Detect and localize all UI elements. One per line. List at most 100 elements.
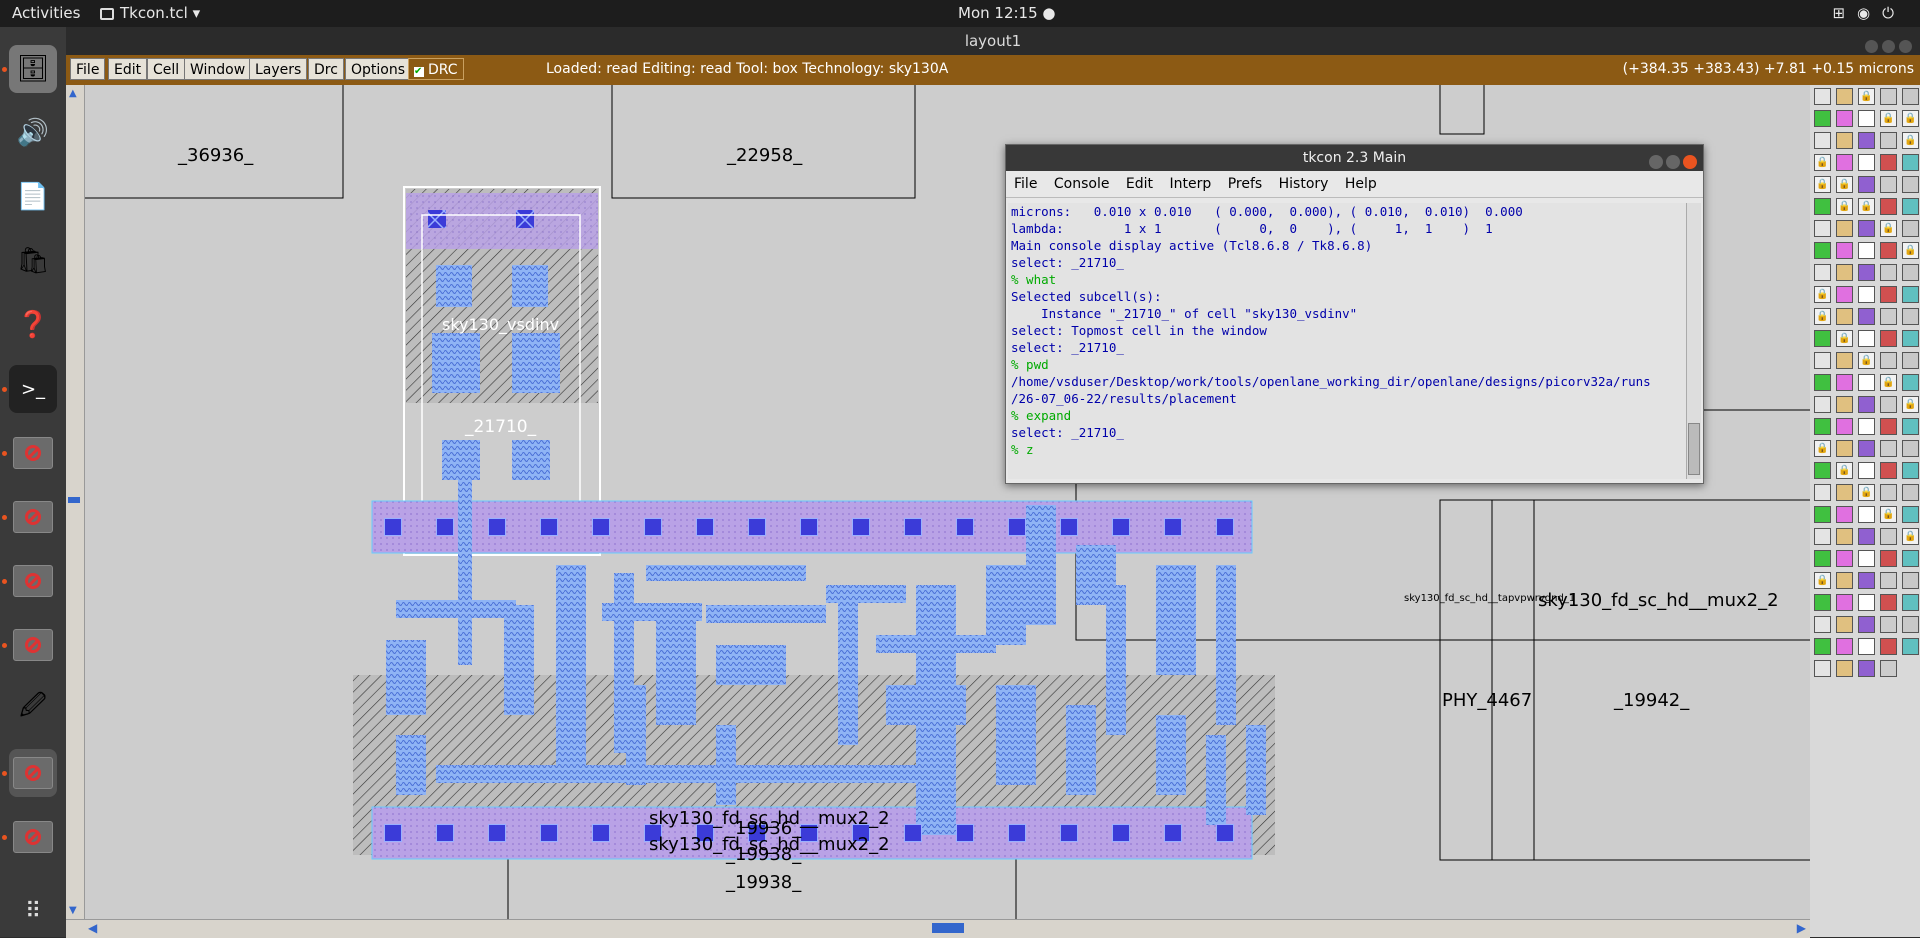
layer-swatch[interactable] xyxy=(1814,418,1831,435)
layer-swatch[interactable] xyxy=(1880,440,1897,457)
files-icon[interactable]: 🗄 xyxy=(9,45,57,93)
layer-swatch[interactable] xyxy=(1858,286,1875,303)
layer-swatch[interactable] xyxy=(1858,506,1875,523)
layer-swatch[interactable] xyxy=(1902,462,1919,479)
layer-swatch[interactable] xyxy=(1880,176,1897,193)
layer-swatch[interactable] xyxy=(1814,220,1831,237)
layer-swatch[interactable] xyxy=(1814,550,1831,567)
layer-swatch[interactable] xyxy=(1858,264,1875,281)
layer-swatch[interactable] xyxy=(1836,572,1853,589)
layer-lock-icon[interactable]: 🔒 xyxy=(1880,506,1897,523)
layer-lock-icon[interactable]: 🔒 xyxy=(1858,352,1875,369)
software-center-icon[interactable]: 🛍 xyxy=(9,237,57,285)
layer-swatch[interactable] xyxy=(1858,638,1875,655)
layer-swatch[interactable] xyxy=(1858,110,1875,127)
tkcon-menu-console[interactable]: Console xyxy=(1054,176,1110,192)
layer-swatch[interactable] xyxy=(1880,352,1897,369)
layer-swatch[interactable] xyxy=(1836,550,1853,567)
layer-swatch[interactable] xyxy=(1858,594,1875,611)
layer-swatch[interactable] xyxy=(1902,484,1919,501)
layer-swatch[interactable] xyxy=(1858,132,1875,149)
layer-lock-icon[interactable]: 🔒 xyxy=(1814,286,1831,303)
layer-lock-icon[interactable]: 🔒 xyxy=(1858,484,1875,501)
layer-swatch[interactable] xyxy=(1858,616,1875,633)
layer-swatch[interactable] xyxy=(1814,594,1831,611)
layer-swatch[interactable] xyxy=(1814,132,1831,149)
scroll-right-icon[interactable]: ▶ xyxy=(1797,921,1806,935)
layer-swatch[interactable] xyxy=(1902,220,1919,237)
layer-swatch[interactable] xyxy=(1836,396,1853,413)
system-tray[interactable]: ⊞◉⏻ xyxy=(1832,4,1906,22)
layer-swatch[interactable] xyxy=(1902,352,1919,369)
clock[interactable]: Mon 12:15 ● xyxy=(958,4,1055,22)
maximize-icon[interactable] xyxy=(1882,40,1895,53)
layer-swatch[interactable] xyxy=(1902,418,1919,435)
layer-swatch[interactable] xyxy=(1880,572,1897,589)
layer-swatch[interactable] xyxy=(1880,132,1897,149)
menu-window[interactable]: Window xyxy=(184,58,252,80)
layer-swatch[interactable] xyxy=(1836,374,1853,391)
layer-swatch[interactable] xyxy=(1836,506,1853,523)
layer-swatch[interactable] xyxy=(1858,418,1875,435)
minimize-icon[interactable] xyxy=(1649,155,1663,169)
tkcon-menu-history[interactable]: History xyxy=(1279,176,1329,192)
layer-swatch[interactable] xyxy=(1814,374,1831,391)
tkcon-console[interactable]: microns: 0.010 x 0.010 ( 0.000, 0.000), … xyxy=(1008,203,1686,479)
layer-swatch[interactable] xyxy=(1902,176,1919,193)
vertical-scrollbar[interactable]: ▲ ▼ xyxy=(66,85,85,925)
scroll-thumb[interactable] xyxy=(68,497,80,503)
layer-swatch[interactable] xyxy=(1836,528,1853,545)
terminal-icon[interactable]: >_ xyxy=(9,365,57,413)
maximize-icon[interactable] xyxy=(1666,155,1680,169)
layer-swatch[interactable] xyxy=(1814,528,1831,545)
layer-swatch[interactable] xyxy=(1814,352,1831,369)
layer-swatch[interactable] xyxy=(1814,198,1831,215)
tkcon-menu-interp[interactable]: Interp xyxy=(1170,176,1212,192)
layer-swatch[interactable] xyxy=(1836,660,1853,677)
layer-swatch[interactable] xyxy=(1836,264,1853,281)
layer-swatch[interactable] xyxy=(1814,506,1831,523)
writer-icon[interactable]: 📄 xyxy=(9,173,57,221)
layer-swatch[interactable] xyxy=(1814,242,1831,259)
layer-swatch[interactable] xyxy=(1836,132,1853,149)
layer-swatch[interactable] xyxy=(1880,396,1897,413)
unknown-app-icon[interactable] xyxy=(9,749,57,797)
menu-options[interactable]: Options xyxy=(345,58,412,80)
layer-swatch[interactable] xyxy=(1902,308,1919,325)
layer-lock-icon[interactable]: 🔒 xyxy=(1902,242,1919,259)
tkcon-scrollbar[interactable] xyxy=(1686,203,1701,479)
layer-swatch[interactable] xyxy=(1880,660,1897,677)
drc-toggle[interactable]: ✔ DRC xyxy=(408,58,464,80)
layer-swatch[interactable] xyxy=(1836,484,1853,501)
layer-swatch[interactable] xyxy=(1814,110,1831,127)
layer-swatch[interactable] xyxy=(1814,462,1831,479)
layer-swatch[interactable] xyxy=(1858,550,1875,567)
layer-lock-icon[interactable]: 🔒 xyxy=(1858,88,1875,105)
layer-swatch[interactable] xyxy=(1858,572,1875,589)
layer-swatch[interactable] xyxy=(1880,198,1897,215)
unknown-app-icon[interactable] xyxy=(9,621,57,669)
layer-swatch[interactable] xyxy=(1836,352,1853,369)
layer-swatch[interactable] xyxy=(1814,616,1831,633)
layer-swatch[interactable] xyxy=(1858,660,1875,677)
tkcon-menu-prefs[interactable]: Prefs xyxy=(1228,176,1262,192)
layer-lock-icon[interactable]: 🔒 xyxy=(1836,176,1853,193)
layer-swatch[interactable] xyxy=(1836,418,1853,435)
unknown-app-icon[interactable] xyxy=(9,429,57,477)
layer-swatch[interactable] xyxy=(1902,374,1919,391)
layer-lock-icon[interactable]: 🔒 xyxy=(1858,198,1875,215)
show-apps-icon[interactable]: ⠿ xyxy=(9,887,57,935)
layer-swatch[interactable] xyxy=(1880,528,1897,545)
layer-swatch[interactable] xyxy=(1902,616,1919,633)
layer-swatch[interactable] xyxy=(1858,462,1875,479)
rhythmbox-icon[interactable]: 🔊 xyxy=(9,109,57,157)
layer-swatch[interactable] xyxy=(1836,308,1853,325)
layer-swatch[interactable] xyxy=(1858,440,1875,457)
layer-lock-icon[interactable]: 🔒 xyxy=(1902,132,1919,149)
layer-lock-icon[interactable]: 🔒 xyxy=(1836,462,1853,479)
layer-swatch[interactable] xyxy=(1858,374,1875,391)
layer-lock-icon[interactable]: 🔒 xyxy=(1902,110,1919,127)
layer-swatch[interactable] xyxy=(1814,264,1831,281)
layer-swatch[interactable] xyxy=(1880,616,1897,633)
horizontal-scrollbar[interactable]: ◀ ▶ xyxy=(66,919,1810,938)
